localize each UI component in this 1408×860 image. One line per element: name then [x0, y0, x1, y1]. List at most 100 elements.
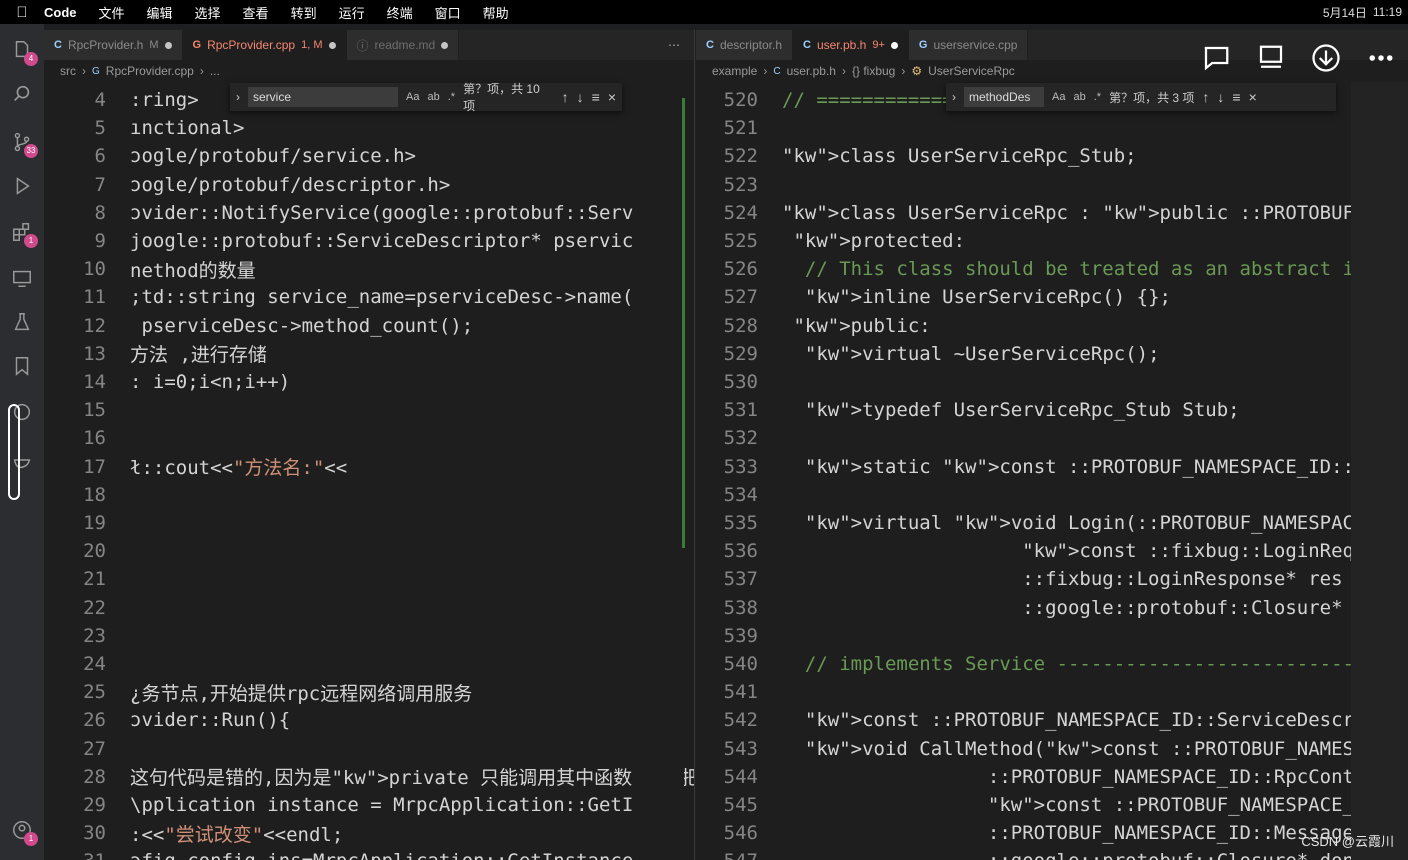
- match-case-icon[interactable]: Aa: [406, 91, 419, 103]
- code-line[interactable]: 534: [696, 481, 782, 509]
- code-line[interactable]: 547 ::google::protobuf::Closure* done: [696, 847, 1366, 860]
- regex-icon[interactable]: .*: [1094, 91, 1101, 103]
- arrow-down-icon[interactable]: ↓: [1217, 89, 1224, 105]
- code-line[interactable]: 537 ::fixbug::LoginResponse* res: [696, 565, 1343, 593]
- code-line[interactable]: 29 \pplication instance = MrpcApplication…: [44, 791, 645, 819]
- right-minimap[interactable]: [1351, 82, 1408, 860]
- right-code-editor[interactable]: 520// ============== 521 522 "kw">class Use…: [696, 82, 1408, 860]
- menu-view[interactable]: 查看: [243, 3, 269, 22]
- code-line[interactable]: 6 ɔogle/protobuf/service.h>: [44, 142, 416, 170]
- find-input[interactable]: [964, 87, 1044, 107]
- chevron-right-icon[interactable]: ›: [236, 90, 240, 104]
- code-line[interactable]: 14: i=0;i<n;i++): [44, 368, 290, 396]
- breadcrumb-item[interactable]: src: [60, 64, 76, 78]
- code-line[interactable]: 4:ring>: [44, 86, 199, 114]
- menu-go[interactable]: 转到: [291, 3, 317, 22]
- search-icon[interactable]: [10, 82, 34, 106]
- regex-icon[interactable]: .*: [448, 91, 455, 103]
- menu-terminal[interactable]: 终端: [387, 3, 413, 22]
- code-line[interactable]: 23: [44, 622, 130, 650]
- code-line[interactable]: 28 这句代码是错的,因为是"kw">private 只能调用其中函数,不能把: [44, 763, 694, 791]
- code-line[interactable]: 16: [44, 424, 130, 452]
- close-icon[interactable]: ×: [608, 89, 616, 105]
- find-in-selection-icon[interactable]: ≡: [592, 89, 600, 105]
- code-line[interactable]: 7 ɔogle/protobuf/descriptor.h>: [44, 171, 451, 199]
- breadcrumb-item[interactable]: UserServiceRpc: [928, 64, 1015, 78]
- code-line[interactable]: 12 pserviceDesc->method_count();: [44, 312, 473, 340]
- code-line[interactable]: 10 nethod的数量: [44, 255, 256, 283]
- code-line[interactable]: 521: [696, 114, 782, 142]
- source-control-icon[interactable]: 33: [10, 130, 38, 158]
- code-line[interactable]: 522 "kw">class UserServiceRpc_Stub;: [696, 142, 1137, 170]
- find-in-selection-icon[interactable]: ≡: [1232, 89, 1240, 105]
- code-line[interactable]: 25 ¿务节点,开始提供rpc远程网络调用服务: [44, 678, 472, 706]
- code-line[interactable]: 524 "kw">class UserServiceRpc : "kw">publ…: [696, 199, 1408, 227]
- code-line[interactable]: 543 "kw">void CallMethod("kw">const ::PR…: [696, 735, 1408, 763]
- activity-scroll-handle[interactable]: [8, 404, 20, 500]
- code-line[interactable]: 27: [44, 735, 130, 763]
- code-line[interactable]: 526 // This class should be treated as a…: [696, 255, 1366, 283]
- breadcrumb-item[interactable]: {} fixbug: [852, 64, 895, 78]
- code-line[interactable]: 8 ɔvider::NotifyService(google::protobuf:…: [44, 199, 645, 227]
- extensions-icon[interactable]: 1: [10, 220, 38, 248]
- code-line[interactable]: 520// ==============: [696, 86, 977, 114]
- code-line[interactable]: 538 ::google::protobuf::Closure*: [696, 594, 1343, 622]
- tab-rpcprovider-cpp[interactable]: G RpcProvider.cpp 1, M: [182, 30, 347, 60]
- arrow-down-icon[interactable]: ↓: [577, 89, 584, 105]
- apple-icon[interactable]: : [0, 4, 44, 21]
- testing-flask-icon[interactable]: [10, 310, 34, 334]
- tab-readme-md[interactable]: ⓘ readme.md: [346, 30, 460, 60]
- breadcrumb-item[interactable]: ...: [210, 64, 220, 78]
- code-line[interactable]: 19: [44, 509, 130, 537]
- code-line[interactable]: 31 ɔfig config_ins=MrpcApplication::GetIn…: [44, 847, 645, 860]
- code-line[interactable]: 546 ::PROTOBUF_NAMESPACE_ID::Message: [696, 819, 1354, 847]
- code-line[interactable]: 528 "kw">public:: [696, 312, 931, 340]
- whole-word-icon[interactable]: ab: [427, 91, 439, 103]
- code-line[interactable]: 5 ınctional>: [44, 114, 245, 142]
- menu-file[interactable]: 文件: [99, 3, 125, 22]
- left-code-editor[interactable]: 4:ring> 5 ınctional> 6 ɔogle/protobuf/servic…: [44, 82, 694, 860]
- code-line[interactable]: 22: [44, 594, 130, 622]
- unsaved-dot-icon[interactable]: [328, 41, 336, 49]
- code-line[interactable]: 18: [44, 481, 130, 509]
- code-line[interactable]: 11 ;td::string service_name=pserviceDesc-…: [44, 283, 645, 311]
- breadcrumb-item[interactable]: RpcProvider.cpp: [106, 64, 194, 78]
- code-line[interactable]: 540 // implements Service --------------…: [696, 650, 1377, 678]
- menu-select[interactable]: 选择: [195, 3, 221, 22]
- find-input[interactable]: [248, 87, 398, 107]
- tab-descriptor-h[interactable]: C descriptor.h: [696, 30, 793, 60]
- unsaved-dot-icon[interactable]: [441, 41, 449, 49]
- code-line[interactable]: 21: [44, 565, 130, 593]
- code-line[interactable]: 531 "kw">typedef UserServiceRpc_Stub Stu…: [696, 396, 1240, 424]
- more-actions-icon[interactable]: ⋯: [654, 30, 694, 60]
- unsaved-dot-icon[interactable]: [890, 41, 898, 49]
- code-line[interactable]: 17 ł::cout<<"方法名:"<<: [44, 453, 347, 481]
- arrow-up-icon[interactable]: ↑: [562, 89, 569, 105]
- code-line[interactable]: 545 "kw">const ::PROTOBUF_NAMESPACE_ID::…: [696, 791, 1408, 819]
- close-icon[interactable]: ×: [1249, 89, 1257, 105]
- code-line[interactable]: 544 ::PROTOBUF_NAMESPACE_ID::RpcCont: [696, 763, 1354, 791]
- code-line[interactable]: 30:<<"尝试改变"<<endl;: [44, 819, 343, 847]
- code-line[interactable]: 533 "kw">static "kw">const ::PROTOBUF_NA…: [696, 453, 1408, 481]
- code-line[interactable]: 542 "kw">const ::PROTOBUF_NAMESPACE_ID::…: [696, 706, 1408, 734]
- code-line[interactable]: 541: [696, 678, 782, 706]
- code-line[interactable]: 535 "kw">virtual "kw">void Login(::PROTO…: [696, 509, 1408, 537]
- code-line[interactable]: 525 "kw">protected:: [696, 227, 965, 255]
- code-line[interactable]: 13 方法 ,进行存储: [44, 340, 267, 368]
- tab-rpcprovider-h[interactable]: C RpcProvider.h M: [44, 30, 183, 60]
- code-line[interactable]: 539: [696, 622, 782, 650]
- arrow-up-icon[interactable]: ↑: [1202, 89, 1209, 105]
- code-line[interactable]: 527 "kw">inline UserServiceRpc() {};: [696, 283, 1171, 311]
- code-line[interactable]: 20: [44, 537, 130, 565]
- code-line[interactable]: 536 "kw">const ::fixbug::LoginRequest: [696, 537, 1400, 565]
- code-line[interactable]: 15: [44, 396, 130, 424]
- code-line[interactable]: 532: [696, 424, 782, 452]
- left-minimap[interactable]: [634, 82, 685, 860]
- whole-word-icon[interactable]: ab: [1073, 91, 1085, 103]
- tab-user-pb-h[interactable]: C user.pb.h 9+: [793, 30, 909, 60]
- code-line[interactable]: 530: [696, 368, 782, 396]
- breadcrumb-item[interactable]: example: [712, 64, 757, 78]
- menu-app[interactable]: Code: [44, 5, 77, 20]
- remote-explorer-icon[interactable]: [10, 266, 34, 290]
- explorer-icon[interactable]: 4: [10, 38, 38, 66]
